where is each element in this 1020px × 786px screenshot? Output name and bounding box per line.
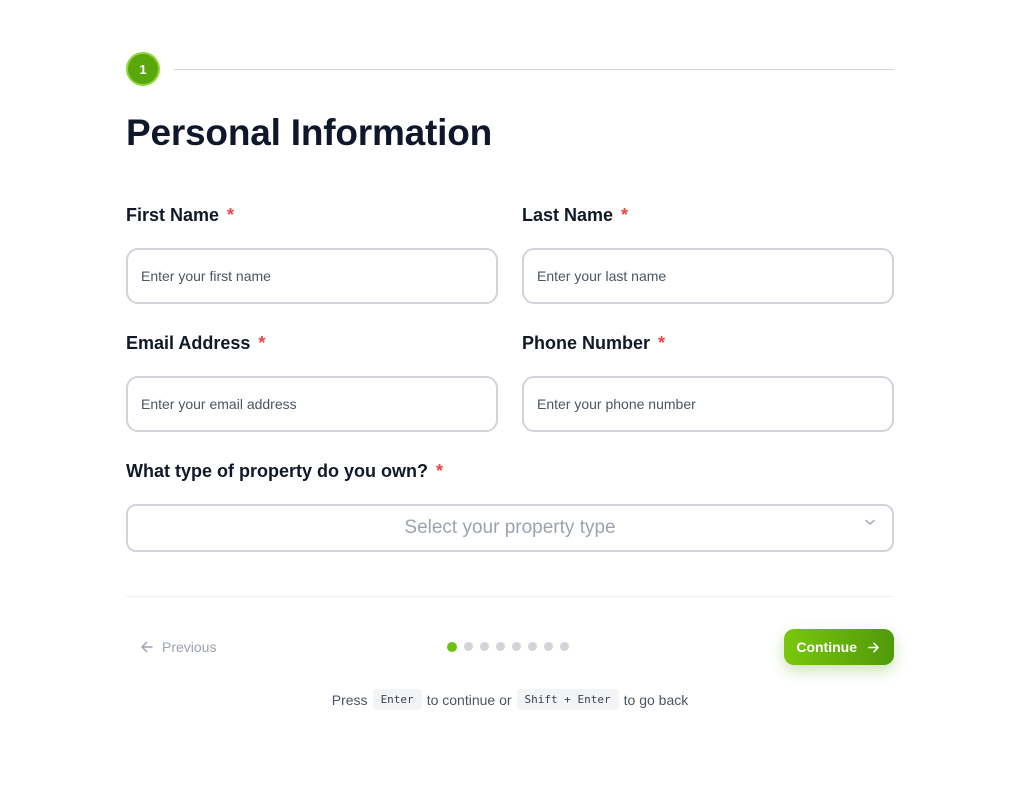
last-name-label: Last Name * xyxy=(522,204,894,226)
phone-group: Phone Number * xyxy=(522,332,894,432)
email-label-text: Email Address xyxy=(126,333,251,353)
continue-button-label: Continue xyxy=(796,639,857,655)
continue-button[interactable]: Continue xyxy=(784,629,894,665)
hint-end-text: to go back xyxy=(623,691,689,708)
hint-middle-text: to continue or xyxy=(426,691,512,708)
property-type-placeholder: Select your property type xyxy=(404,517,616,538)
last-name-label-text: Last Name xyxy=(522,205,614,225)
progress-dot-active xyxy=(447,641,457,652)
arrow-right-icon xyxy=(868,642,879,652)
first-name-group: First Name * xyxy=(126,204,498,304)
progress-dot xyxy=(560,642,569,651)
required-marker: * xyxy=(227,205,235,225)
previous-button[interactable]: Previous xyxy=(140,639,216,655)
progress-dot xyxy=(528,642,537,651)
phone-label: Phone Number * xyxy=(522,332,894,354)
last-name-group: Last Name * xyxy=(522,204,894,304)
progress-dot xyxy=(512,642,521,651)
step-indicator: 1 xyxy=(126,52,894,86)
step-number-badge: 1 xyxy=(126,52,160,86)
hint-press-text: Press xyxy=(331,691,368,708)
first-name-label: First Name * xyxy=(126,204,498,226)
property-type-group: What type of property do you own? * Selec… xyxy=(126,460,894,552)
progress-dot xyxy=(544,642,553,651)
email-label: Email Address * xyxy=(126,332,498,354)
property-type-label-text: What type of property do you own? xyxy=(126,461,428,481)
first-name-input[interactable] xyxy=(126,248,498,304)
enter-key-badge: Enter xyxy=(372,689,422,710)
required-marker: * xyxy=(621,205,629,225)
form-grid: First Name * Last Name * Email Address * Ph… xyxy=(126,204,894,432)
page-title: Personal Information xyxy=(126,112,493,153)
arrow-left-icon xyxy=(141,641,153,653)
form-container: 1 Personal Information First Name * Last … xyxy=(126,52,894,710)
progress-dot xyxy=(464,642,473,651)
phone-label-text: Phone Number xyxy=(522,333,651,353)
progress-dots xyxy=(447,641,569,652)
chevron-down-icon xyxy=(865,519,875,525)
progress-dot xyxy=(480,642,489,651)
step-progress-line xyxy=(174,68,894,70)
shift-enter-key-badge: Shift + Enter xyxy=(516,689,619,710)
required-marker: * xyxy=(658,333,666,353)
progress-dot xyxy=(496,642,505,651)
section-divider xyxy=(126,596,894,597)
keyboard-hint: Press Enter to continue or Shift + Enter… xyxy=(126,689,894,710)
last-name-input[interactable] xyxy=(522,248,894,304)
form-navigation: Previous Continue xyxy=(126,629,894,665)
email-input[interactable] xyxy=(126,376,498,432)
property-type-label: What type of property do you own? * xyxy=(126,460,894,482)
required-marker: * xyxy=(258,333,266,353)
previous-button-label: Previous xyxy=(162,639,217,655)
email-group: Email Address * xyxy=(126,332,498,432)
required-marker: * xyxy=(435,461,443,481)
phone-input[interactable] xyxy=(522,376,894,432)
first-name-label-text: First Name xyxy=(126,205,220,225)
property-type-select[interactable]: Select your property type xyxy=(126,504,894,552)
